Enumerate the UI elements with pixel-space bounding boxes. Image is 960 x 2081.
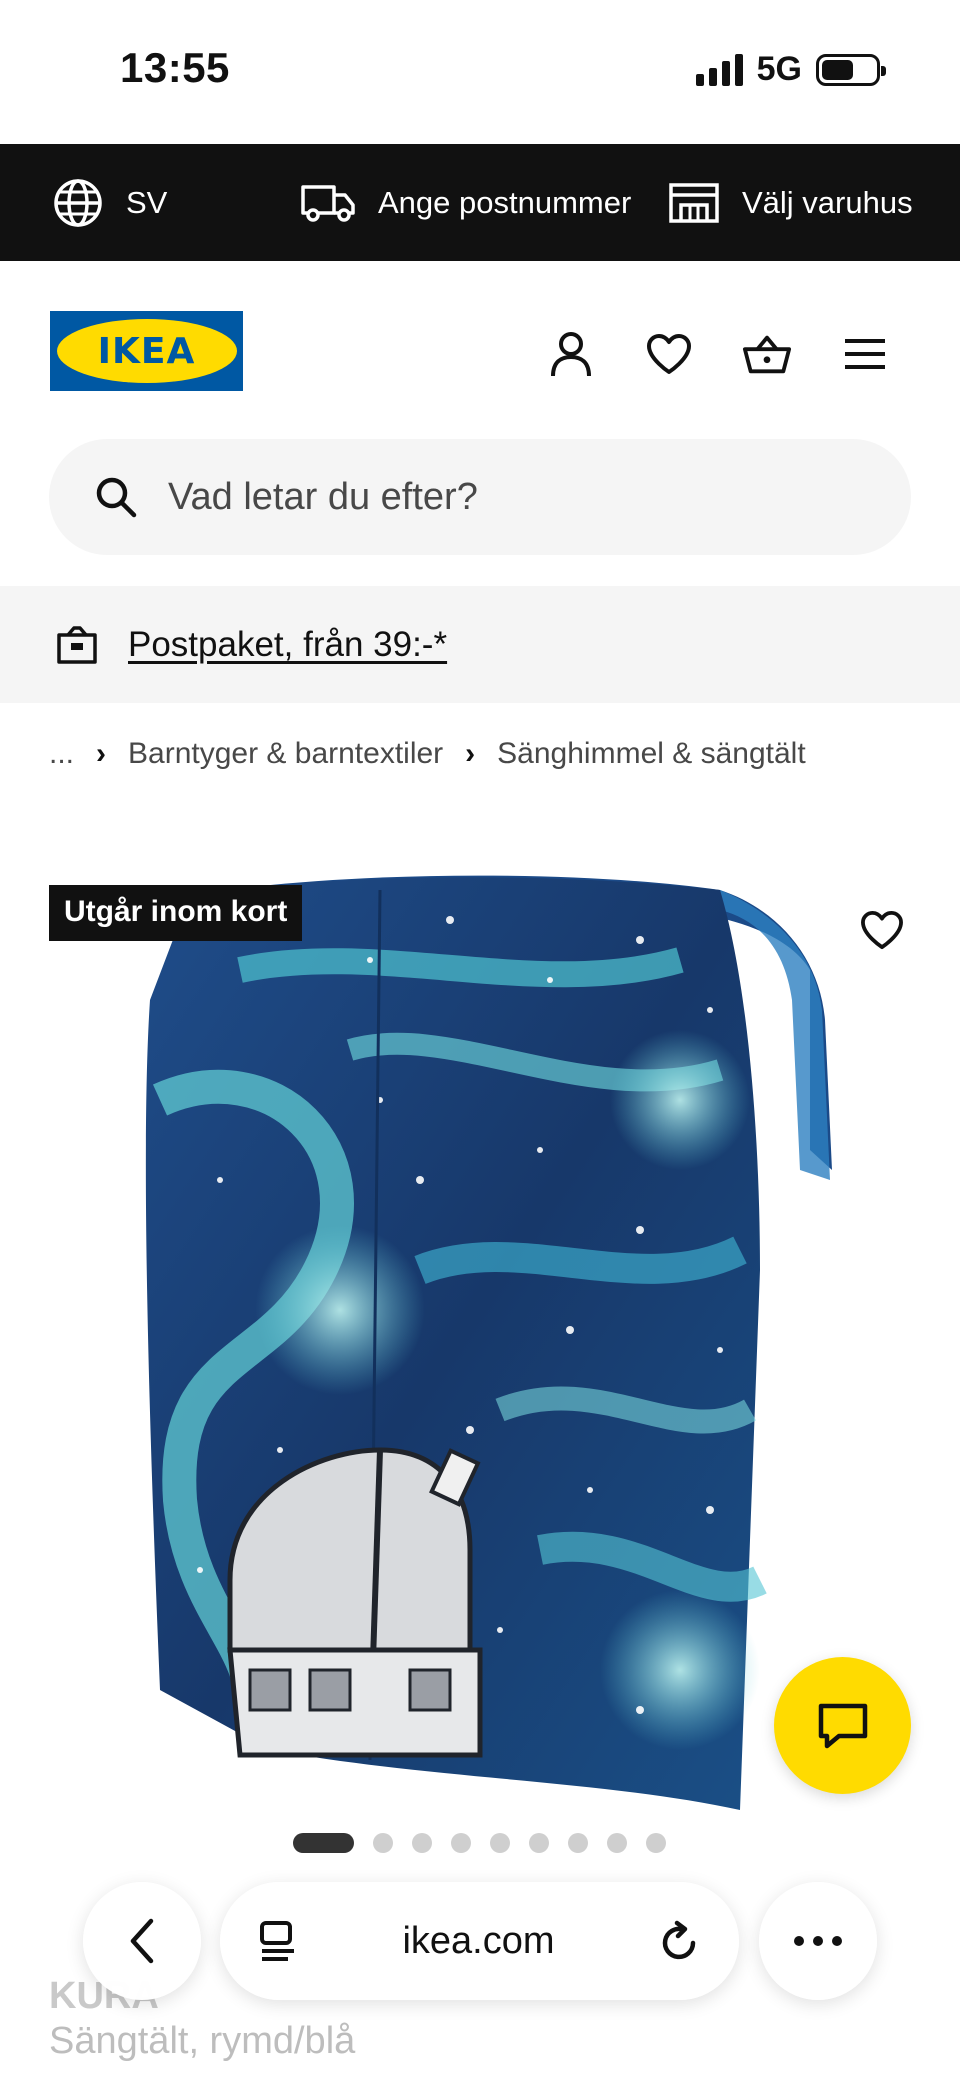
carousel-dot[interactable]: [607, 1833, 627, 1853]
chevron-right-icon: ›: [465, 737, 476, 770]
status-indicators: 5G: [695, 50, 886, 89]
language-label: SV: [126, 184, 168, 220]
carousel-dot[interactable]: [646, 1833, 666, 1853]
product-description: Sängtält, rymd/blå: [49, 2020, 356, 2062]
store-label: Välj varuhus: [742, 184, 913, 220]
chevron-left-icon: [130, 1918, 154, 1964]
promo-banner: Postpaket, från 39:-*: [0, 586, 960, 703]
address-bar[interactable]: ikea.com: [220, 1882, 739, 2000]
site-header: IKEA: [0, 261, 960, 406]
carousel-dot[interactable]: [373, 1833, 393, 1853]
breadcrumb-ellipsis[interactable]: ...: [49, 737, 74, 771]
more-icon: [794, 1936, 842, 1946]
store-selector[interactable]: Välj varuhus: [668, 181, 913, 225]
signal-icon: [695, 53, 743, 86]
more-options-button[interactable]: [759, 1882, 877, 2000]
chat-bubble-icon: [818, 1703, 867, 1748]
url-text: ikea.com: [402, 1919, 555, 1962]
chat-button[interactable]: [774, 1657, 911, 1794]
top-utility-bar: SV Ange postnummer Välj varuhus: [0, 144, 960, 261]
status-time: 13:55: [120, 44, 230, 91]
user-icon[interactable]: [546, 329, 596, 379]
search-input[interactable]: [168, 475, 868, 519]
logo-oval: IKEA: [56, 319, 237, 383]
logo-text: IKEA: [97, 330, 196, 372]
postcode-label: Ange postnummer: [378, 184, 632, 220]
breadcrumb-item[interactable]: Barntyger & barntextiler: [128, 737, 443, 771]
carousel-dot[interactable]: [451, 1833, 471, 1853]
reload-icon[interactable]: [659, 1919, 701, 1963]
carousel-dot[interactable]: [568, 1833, 588, 1853]
chevron-right-icon: ›: [96, 737, 107, 770]
delivery-truck-icon: [301, 184, 355, 222]
search-bar[interactable]: [49, 439, 911, 555]
search-icon: [96, 477, 137, 518]
breadcrumb: ... › Barntyger & barntextiler › Sänghim…: [49, 734, 806, 774]
carousel-dot[interactable]: [293, 1833, 354, 1853]
heart-icon[interactable]: [644, 329, 694, 379]
battery-level: [822, 59, 854, 80]
battery-icon: [816, 53, 886, 86]
back-button[interactable]: [83, 1882, 201, 2000]
carousel-dot[interactable]: [529, 1833, 549, 1853]
status-badge: Utgår inom kort: [49, 885, 303, 941]
breadcrumb-item[interactable]: Sänghimmel & sängtält: [497, 737, 806, 771]
image-carousel-dots: [293, 1833, 666, 1853]
promo-link[interactable]: Postpaket, från 39:-*: [128, 625, 447, 665]
carousel-dot[interactable]: [412, 1833, 432, 1853]
basket-icon[interactable]: [742, 329, 792, 379]
language-selector[interactable]: SV: [52, 177, 167, 229]
parcel-icon: [57, 625, 97, 664]
browser-toolbar: ikea.com: [0, 1870, 960, 2010]
ikea-logo[interactable]: IKEA: [50, 311, 243, 391]
postcode-link[interactable]: Ange postnummer: [300, 181, 631, 225]
status-bar: 13:55 5G: [0, 0, 960, 144]
network-label: 5G: [756, 50, 802, 88]
carousel-dot[interactable]: [490, 1833, 510, 1853]
heart-icon: [861, 910, 903, 950]
menu-icon[interactable]: [840, 329, 890, 379]
page-menu-icon[interactable]: [258, 1919, 298, 1963]
globe-icon: [54, 178, 102, 227]
product-image[interactable]: [120, 850, 840, 1810]
add-to-favourites-button[interactable]: [852, 900, 912, 960]
store-icon: [669, 182, 719, 223]
header-actions: [546, 329, 890, 379]
